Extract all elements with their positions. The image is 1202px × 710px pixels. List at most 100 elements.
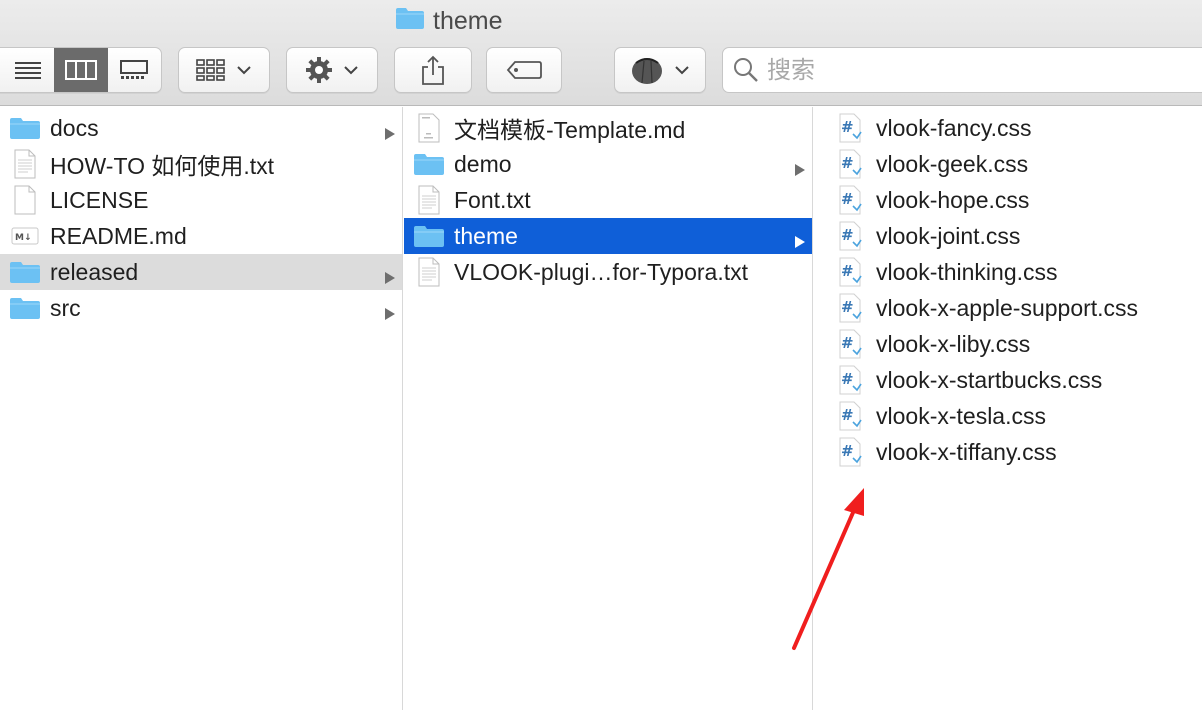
toolbar: theme <box>0 0 1202 106</box>
item-label: vlook-x-startbucks.css <box>876 366 1103 393</box>
folder-icon <box>395 6 425 37</box>
folder-row[interactable]: docs <box>0 110 402 146</box>
item-label: src <box>50 294 81 321</box>
file-row[interactable]: Font.txt <box>404 182 812 218</box>
action-menu-button[interactable] <box>286 47 378 93</box>
window-title: theme <box>395 6 502 36</box>
column-view-button[interactable] <box>54 48 108 92</box>
view-mode-segmented-control <box>0 47 162 93</box>
item-label: vlook-joint.css <box>876 222 1021 249</box>
css-file-icon: # <box>834 329 868 359</box>
svg-text:#: # <box>841 226 854 244</box>
text-file-icon <box>412 257 446 287</box>
css-file-icon: # <box>834 257 868 287</box>
grid-group-icon <box>196 59 225 81</box>
file-row[interactable]: # vlook-x-tesla.css <box>814 398 1202 434</box>
item-label: vlook-thinking.css <box>876 258 1058 285</box>
svg-text:#: # <box>841 298 854 316</box>
item-label: theme <box>454 222 518 249</box>
file-list: # vlook-fancy.css # vlook-geek.css # vlook-ho… <box>814 107 1202 470</box>
svg-text:#: # <box>841 118 854 136</box>
folder-icon <box>8 293 42 323</box>
item-label: docs <box>50 114 99 141</box>
gear-icon <box>306 57 332 83</box>
gallery-view-button[interactable] <box>108 48 161 92</box>
share-button[interactable] <box>394 47 472 93</box>
item-label: 文档模板-Template.md <box>454 117 686 143</box>
folder-icon <box>412 149 446 179</box>
browser-column-1[interactable]: docs HOW-TO 如何使用.txt LICENSE M↓ README.md rel… <box>0 107 403 710</box>
file-row[interactable]: # vlook-geek.css <box>814 146 1202 182</box>
item-label: README.md <box>50 222 187 249</box>
file-row[interactable]: 文档模板-Template.md <box>404 110 812 146</box>
file-row[interactable]: # vlook-thinking.css <box>814 254 1202 290</box>
document-icon <box>8 185 42 215</box>
search-input[interactable] <box>767 56 1167 84</box>
markdown-document-icon <box>412 113 446 143</box>
item-label: vlook-geek.css <box>876 150 1029 177</box>
folder-icon <box>8 257 42 287</box>
acorn-icon <box>632 58 662 84</box>
list-view-icon <box>14 62 41 79</box>
file-row[interactable]: # vlook-joint.css <box>814 218 1202 254</box>
list-view-button[interactable] <box>0 48 54 92</box>
folder-row[interactable]: src <box>0 290 402 326</box>
item-label: vlook-x-tesla.css <box>876 402 1046 429</box>
tag-button[interactable] <box>486 47 562 93</box>
folder-row[interactable]: released <box>0 254 402 290</box>
item-label: vlook-hope.css <box>876 186 1030 213</box>
markdown-icon: M↓ <box>8 221 42 251</box>
chevron-down-icon <box>237 66 251 75</box>
file-row[interactable]: M↓ README.md <box>0 218 402 254</box>
column-view-icon <box>64 60 97 80</box>
app-extension-button[interactable] <box>614 47 706 93</box>
css-file-icon: # <box>834 365 868 395</box>
file-row[interactable]: # vlook-x-startbucks.css <box>814 362 1202 398</box>
browser-column-2[interactable]: 文档模板-Template.md demo Font.txt theme VLOOK-p… <box>404 107 813 710</box>
file-row[interactable]: # vlook-fancy.css <box>814 110 1202 146</box>
disclosure-arrow-icon <box>384 120 396 147</box>
css-file-icon: # <box>834 221 868 251</box>
item-label: LICENSE <box>50 186 149 213</box>
file-row[interactable]: # vlook-hope.css <box>814 182 1202 218</box>
css-file-icon: # <box>834 185 868 215</box>
disclosure-arrow-icon <box>794 228 806 255</box>
css-file-icon: # <box>834 113 868 143</box>
svg-text:#: # <box>841 370 854 388</box>
file-row[interactable]: # vlook-x-apple-support.css <box>814 290 1202 326</box>
window-title-text: theme <box>433 6 503 35</box>
file-row[interactable]: LICENSE <box>0 182 402 218</box>
svg-text:#: # <box>841 442 854 460</box>
chevron-down-icon <box>344 66 358 75</box>
text-file-icon <box>412 185 446 215</box>
file-row[interactable]: # vlook-x-tiffany.css <box>814 434 1202 470</box>
search-icon <box>734 58 758 82</box>
tag-icon <box>506 61 542 79</box>
disclosure-arrow-icon <box>794 156 806 183</box>
chevron-down-icon <box>675 66 689 75</box>
text-file-icon <box>8 149 42 179</box>
css-file-icon: # <box>834 437 868 467</box>
svg-text:#: # <box>841 262 854 280</box>
folder-icon <box>8 113 42 143</box>
group-by-button[interactable] <box>178 47 270 93</box>
file-row[interactable]: VLOOK-plugi…for-Typora.txt <box>404 254 812 290</box>
gallery-view-icon <box>120 60 149 79</box>
item-label: vlook-x-tiffany.css <box>876 438 1057 465</box>
file-row[interactable]: # vlook-x-liby.css <box>814 326 1202 362</box>
file-list: docs HOW-TO 如何使用.txt LICENSE M↓ README.md rel… <box>0 107 402 326</box>
folder-row[interactable]: theme <box>404 218 812 254</box>
item-label: HOW-TO 如何使用.txt <box>50 153 275 179</box>
file-row[interactable]: HOW-TO 如何使用.txt <box>0 146 402 182</box>
css-file-icon: # <box>834 293 868 323</box>
share-icon <box>422 55 444 85</box>
css-file-icon: # <box>834 149 868 179</box>
search-field[interactable] <box>722 47 1202 93</box>
item-label: released <box>50 258 139 285</box>
item-label: vlook-x-apple-support.css <box>876 294 1139 321</box>
item-label: demo <box>454 150 512 177</box>
folder-row[interactable]: demo <box>404 146 812 182</box>
item-label: Font.txt <box>454 186 531 213</box>
item-label: vlook-fancy.css <box>876 114 1032 141</box>
css-file-icon: # <box>834 401 868 431</box>
